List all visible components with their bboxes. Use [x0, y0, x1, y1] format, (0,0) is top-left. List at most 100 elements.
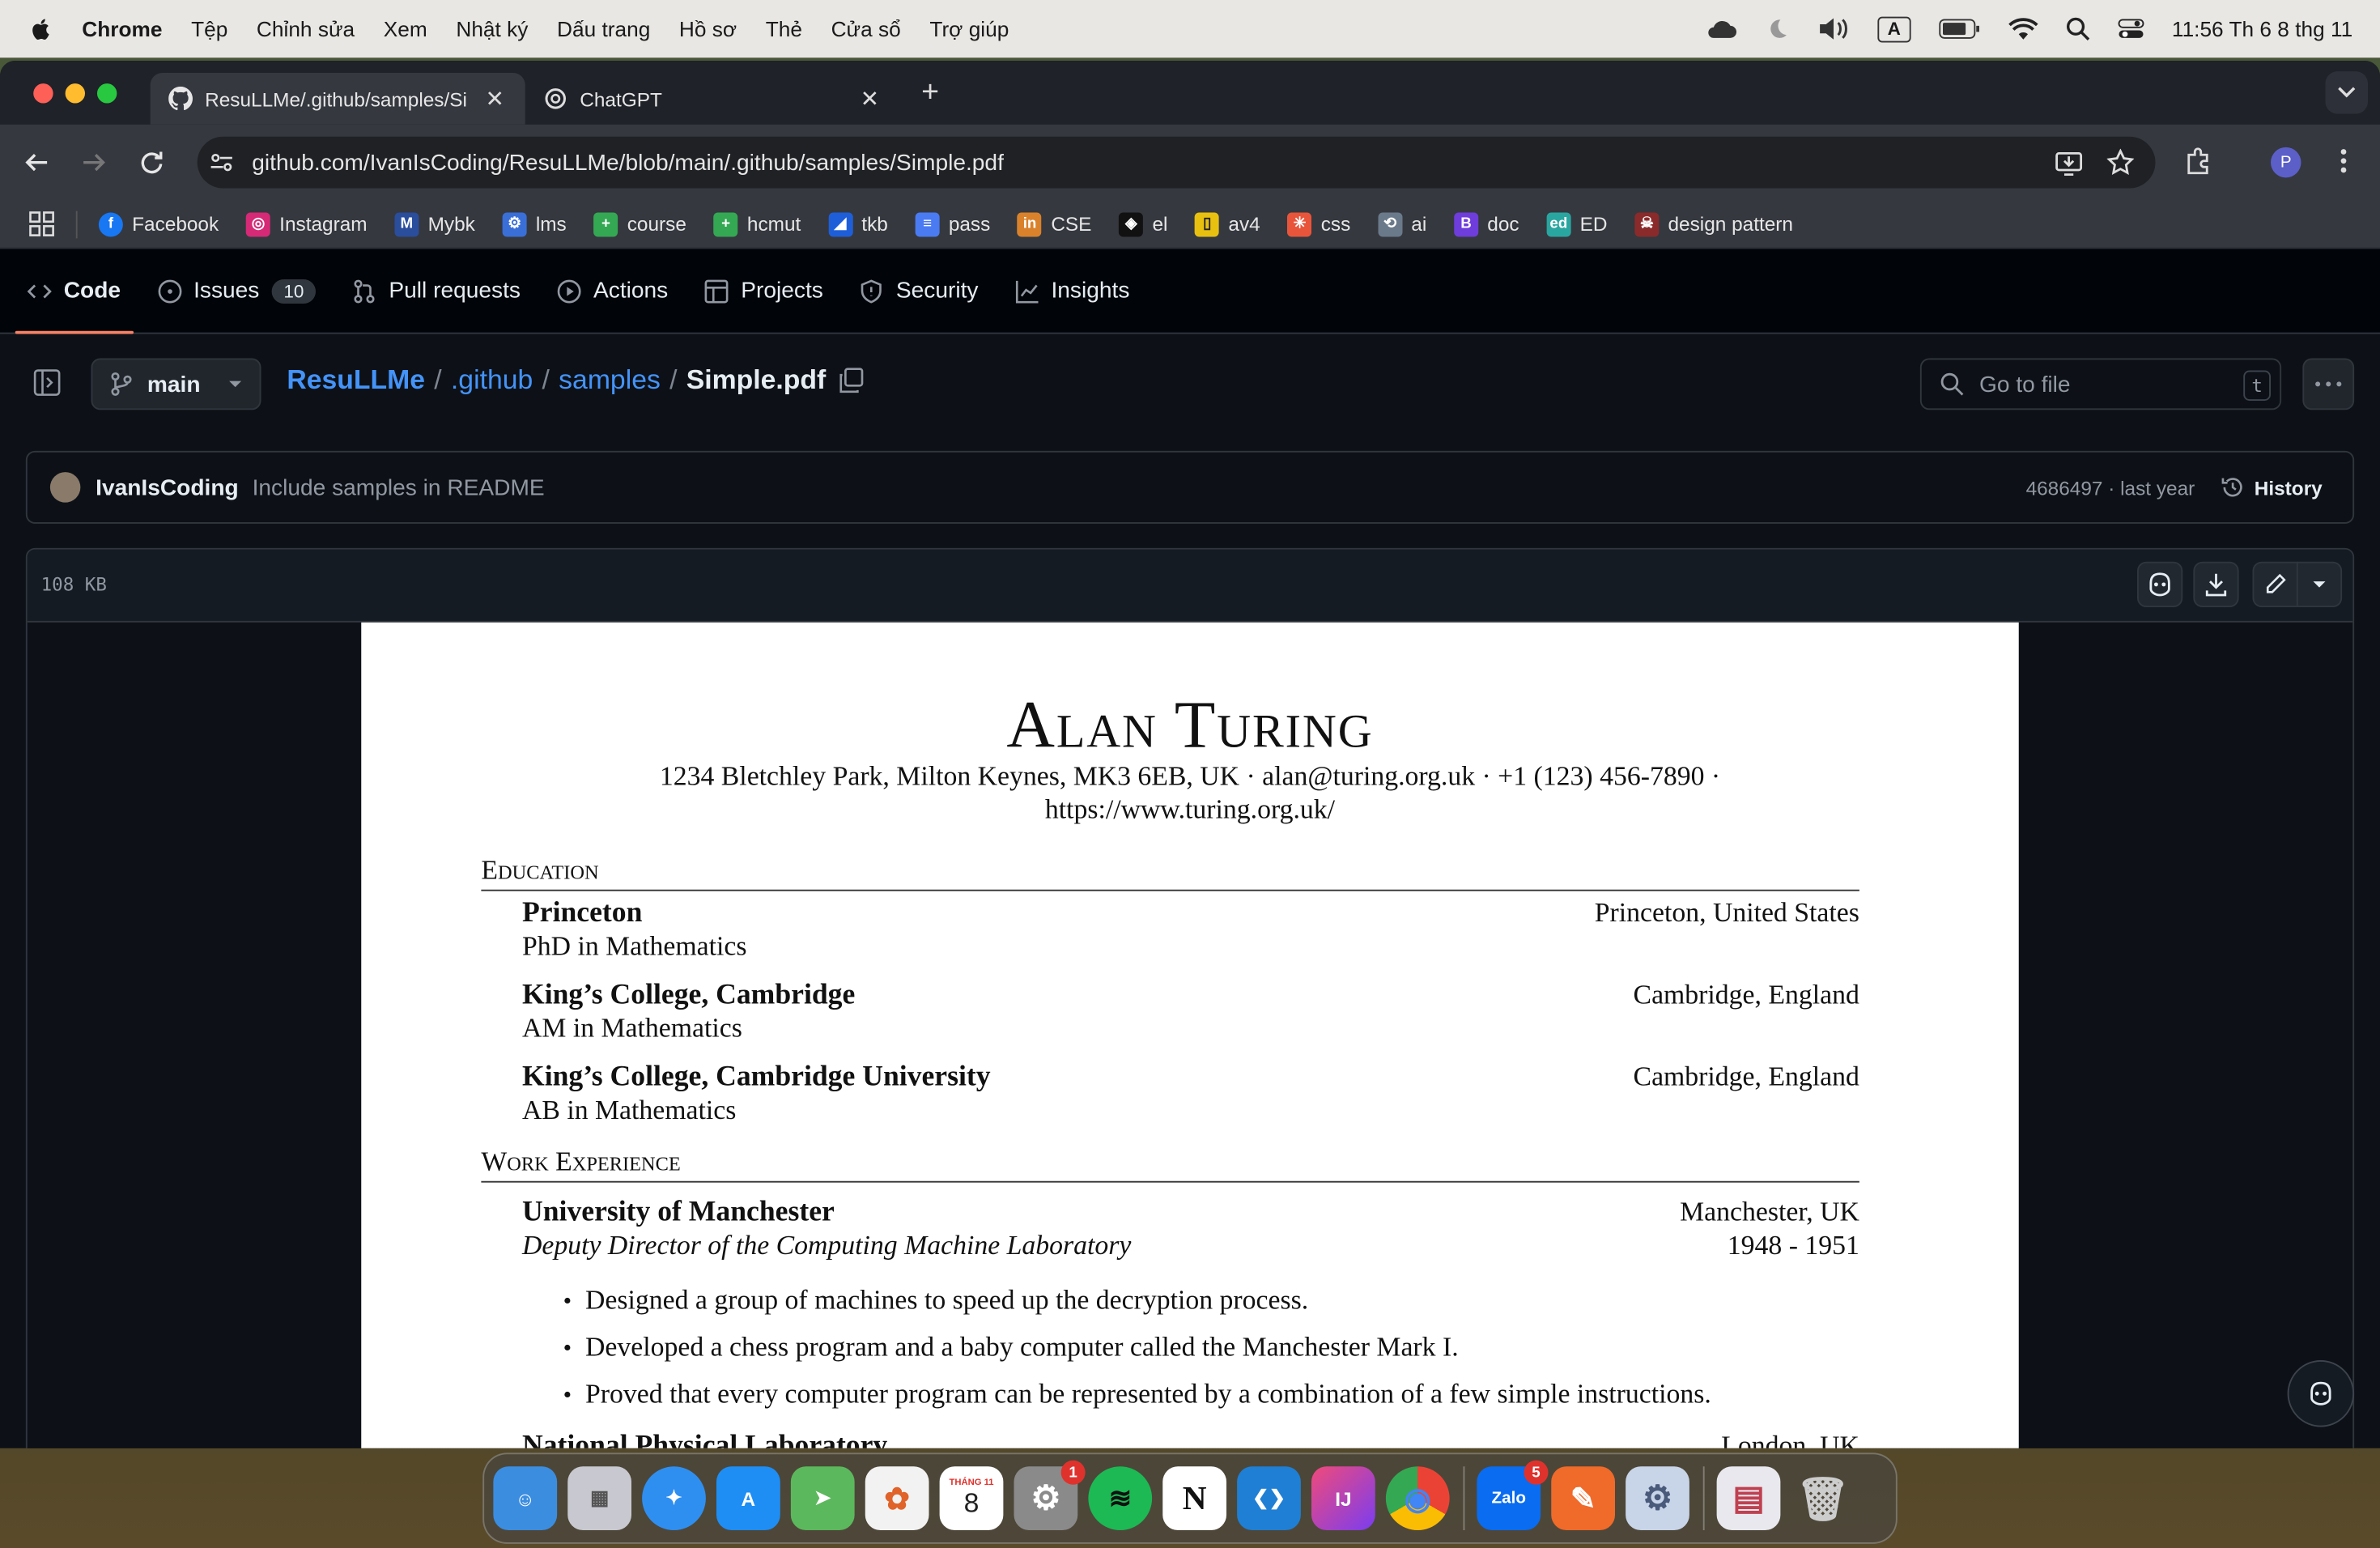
menu-view[interactable]: Xem — [384, 17, 427, 41]
url-text[interactable]: github.com/IvanIsCoding/ResuLLMe/blob/ma… — [252, 150, 1004, 176]
launchpad-icon[interactable]: ▦ — [567, 1466, 631, 1530]
tab-pull-requests[interactable]: Pull requests — [352, 249, 521, 334]
calendar-icon[interactable]: THÁNG 11 8 — [939, 1466, 1004, 1530]
bookmark-ed[interactable]: ed ED — [1546, 211, 1607, 236]
omnibox[interactable]: github.com/IvanIsCoding/ResuLLMe/blob/ma… — [197, 136, 2156, 189]
bookmark-hcmut[interactable]: + hcmut — [713, 211, 801, 236]
menu-tab[interactable]: Thẻ — [766, 17, 802, 41]
creative-cloud-icon[interactable] — [1704, 17, 1737, 41]
apple-icon[interactable] — [28, 15, 55, 43]
bookmark-av4[interactable]: ▯ av4 — [1195, 211, 1260, 236]
forward-button[interactable] — [79, 147, 110, 178]
branch-selector[interactable]: main — [91, 358, 261, 410]
tab-close-icon[interactable]: ✕ — [482, 85, 507, 113]
tab-code[interactable]: Code — [15, 249, 133, 334]
new-tab-button[interactable]: + — [921, 75, 939, 110]
menu-history[interactable]: Nhật ký — [456, 17, 528, 41]
bookmark-css[interactable]: ✳ css — [1287, 211, 1350, 236]
history-button[interactable]: History — [2221, 475, 2323, 500]
reload-button[interactable] — [137, 147, 168, 178]
tab-github[interactable]: ResuLLMe/.github/samples/Si ✕ — [150, 73, 525, 125]
tab-chatgpt[interactable]: ChatGPT ✕ — [525, 73, 900, 125]
pdf-page[interactable]: Alan Turing 1234 Bletchley Park, Milton … — [361, 622, 2019, 1448]
copilot-button[interactable] — [2137, 561, 2183, 607]
intellij-icon[interactable]: IJ — [1311, 1466, 1375, 1530]
apps-grid-icon[interactable] — [29, 211, 55, 237]
commit-author[interactable]: IvanIsCoding — [96, 474, 239, 500]
go-to-file-input[interactable]: Go to file t — [1919, 358, 2282, 410]
menu-profiles[interactable]: Hồ sơ — [679, 17, 737, 41]
tab-insights[interactable]: Insights — [1014, 249, 1129, 334]
maps-icon[interactable]: ➤ — [790, 1466, 855, 1530]
minimize-window-button[interactable] — [65, 83, 85, 103]
app-store-icon[interactable]: A — [716, 1466, 780, 1530]
spotlight-search-icon[interactable] — [2066, 17, 2090, 41]
tab-security[interactable]: Security — [860, 249, 978, 334]
extensions-button[interactable] — [2184, 146, 2215, 176]
volume-icon[interactable] — [1817, 17, 1850, 41]
copy-path-icon[interactable] — [838, 367, 865, 394]
site-info-icon[interactable] — [210, 151, 234, 175]
sidebar-expand-icon[interactable] — [33, 369, 61, 397]
download-button[interactable] — [2193, 561, 2239, 607]
tab-issues[interactable]: Issues 10 — [157, 249, 317, 334]
bookmark-design-pattern[interactable]: ☠ design pattern — [1634, 211, 1793, 236]
bookmark-tkb[interactable]: ◢ tkb — [828, 211, 888, 236]
tab-actions[interactable]: Actions — [557, 249, 668, 334]
back-button[interactable] — [21, 147, 52, 178]
bookmark-mybk[interactable]: M Mybk — [394, 211, 475, 236]
menu-window[interactable]: Cửa sổ — [831, 17, 901, 41]
bookmark-pass[interactable]: ≡ pass — [915, 211, 990, 236]
bookmark-cse[interactable]: in CSE — [1018, 211, 1091, 236]
wifi-icon[interactable] — [2008, 17, 2038, 41]
breadcrumb-github-dir-link[interactable]: .github — [451, 364, 533, 396]
tab-search-button[interactable] — [2325, 71, 2368, 114]
input-source-icon[interactable]: A — [1877, 15, 1911, 42]
zalo-icon[interactable]: Zalo 5 — [1477, 1460, 1549, 1530]
menu-edit[interactable]: Chỉnh sửa — [257, 17, 355, 41]
menubar-clock[interactable]: 11:56 Th 6 8 thg 11 — [2172, 17, 2352, 41]
pen-app-icon[interactable]: ✎ — [1551, 1466, 1615, 1530]
bookmark-facebook[interactable]: f Facebook — [98, 211, 219, 236]
control-center-icon[interactable] — [2117, 17, 2144, 41]
bookmark-ai[interactable]: ⟲ ai — [1378, 211, 1426, 236]
bookmark-instagram[interactable]: ◎ Instagram — [245, 211, 368, 236]
breadcrumb-repo-link[interactable]: ResuLLMe — [287, 364, 425, 396]
bookmark-star-icon[interactable] — [2106, 148, 2135, 176]
utility-icon[interactable]: ⚙ — [1626, 1466, 1689, 1530]
edit-options-dropdown[interactable] — [2296, 561, 2343, 607]
tab-projects[interactable]: Projects — [704, 249, 823, 334]
menu-app-name[interactable]: Chrome — [82, 17, 162, 41]
finder-icon[interactable]: ☺ — [493, 1466, 558, 1530]
breadcrumb-samples-dir-link[interactable]: samples — [559, 364, 661, 396]
commit-message[interactable]: Include samples in README — [253, 474, 545, 500]
menu-bookmarks[interactable]: Dấu trang — [557, 17, 650, 41]
maximize-window-button[interactable] — [97, 83, 117, 103]
bookmark-course[interactable]: + course — [593, 211, 686, 236]
notion-icon[interactable]: N — [1162, 1466, 1226, 1530]
more-options-button[interactable] — [2302, 358, 2355, 410]
commit-meta[interactable]: 4686497 · last year — [2026, 476, 2195, 499]
menu-help[interactable]: Trợ giúp — [929, 17, 1009, 41]
menu-file[interactable]: Tệp — [191, 17, 227, 41]
floating-copilot-button[interactable] — [2287, 1360, 2355, 1427]
avatar[interactable] — [49, 472, 81, 503]
chrome-menu-button[interactable] — [2335, 146, 2353, 176]
edit-file-button[interactable] — [2252, 561, 2298, 607]
moon-icon[interactable] — [1765, 17, 1789, 41]
battery-icon[interactable] — [1938, 19, 1981, 40]
install-app-icon[interactable] — [2055, 149, 2083, 176]
safari-icon[interactable]: ✦ — [642, 1466, 706, 1530]
photos-icon[interactable]: ✿ — [865, 1466, 929, 1530]
system-settings-icon[interactable]: ⚙ 1 — [1014, 1460, 1086, 1530]
bookmark-el[interactable]: ◈ el — [1119, 211, 1167, 236]
tab-close-icon[interactable]: ✕ — [857, 85, 882, 113]
trash-icon[interactable]: 🗑 — [1791, 1466, 1855, 1530]
bookmark-lms[interactable]: ⚙ lms — [502, 211, 567, 236]
bookmark-doc[interactable]: Bdoc — [1454, 211, 1519, 236]
chrome-icon[interactable]: ◉ — [1385, 1466, 1450, 1530]
spotify-icon[interactable]: ≋ — [1088, 1466, 1153, 1530]
close-window-button[interactable] — [33, 83, 53, 103]
vscode-icon[interactable]: ❮❯ — [1237, 1466, 1301, 1530]
database-file-icon[interactable]: ▤ — [1716, 1466, 1781, 1530]
